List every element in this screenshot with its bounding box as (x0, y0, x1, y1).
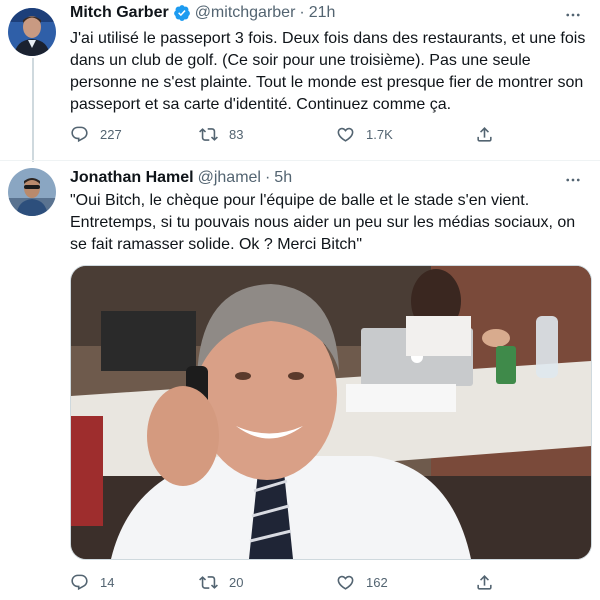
share-icon (477, 574, 492, 590)
tweet-actions: 227 83 1.7K (70, 122, 530, 146)
tweet-header: Mitch Garber @mitchgarber · 21h (70, 2, 335, 24)
retweet-button[interactable]: 20 (199, 573, 336, 592)
avatar[interactable] (8, 168, 56, 216)
reply-icon (71, 574, 88, 590)
thread-connector-line (32, 58, 34, 162)
heart-icon (337, 127, 354, 142)
reply-button[interactable]: 14 (70, 573, 199, 592)
like-button[interactable]: 1.7K (336, 125, 475, 144)
reply-button[interactable]: 227 (70, 125, 199, 144)
like-button[interactable]: 162 (336, 573, 475, 592)
display-name[interactable]: Jonathan Hamel (70, 167, 194, 189)
tweet-text: "Oui Bitch, le chèque pour l'équipe de b… (70, 192, 576, 253)
timestamp[interactable]: 5h (274, 167, 292, 189)
like-count: 1.7K (366, 126, 393, 142)
verified-badge-icon (173, 4, 191, 22)
photo-man-on-phone (71, 266, 591, 559)
share-icon (477, 126, 492, 142)
more-icon[interactable] (558, 169, 588, 191)
reply-count: 227 (100, 126, 122, 142)
tweet-media-photo[interactable] (70, 265, 592, 560)
retweet-count: 83 (229, 126, 244, 142)
retweet-button[interactable]: 83 (199, 125, 336, 144)
share-button[interactable] (475, 573, 494, 592)
handle[interactable]: @mitchgarber (195, 2, 296, 24)
timestamp[interactable]: 21h (309, 2, 336, 24)
separator-dot: · (264, 169, 271, 186)
avatar-photo (8, 8, 56, 56)
avatar[interactable] (8, 8, 56, 56)
retweet-count: 20 (229, 574, 244, 590)
retweet-icon (199, 127, 218, 141)
tweet-divider (0, 160, 600, 161)
display-name[interactable]: Mitch Garber (70, 2, 169, 24)
separator-dot: · (299, 4, 305, 21)
tweet-text: J'ai utilisé le passeport 3 fois. Deux f… (70, 30, 586, 113)
avatar-photo (8, 168, 56, 216)
heart-icon (337, 575, 354, 590)
like-count: 162 (366, 574, 388, 590)
reply-count: 14 (100, 574, 115, 590)
more-icon[interactable] (558, 4, 588, 26)
tweet-header: Jonathan Hamel @jhamel · 5h (70, 167, 292, 189)
handle[interactable]: @jhamel (198, 167, 261, 189)
tweet-actions: 14 20 162 (70, 570, 530, 594)
retweet-icon (199, 575, 218, 589)
reply-icon (71, 126, 88, 142)
share-button[interactable] (475, 125, 494, 144)
